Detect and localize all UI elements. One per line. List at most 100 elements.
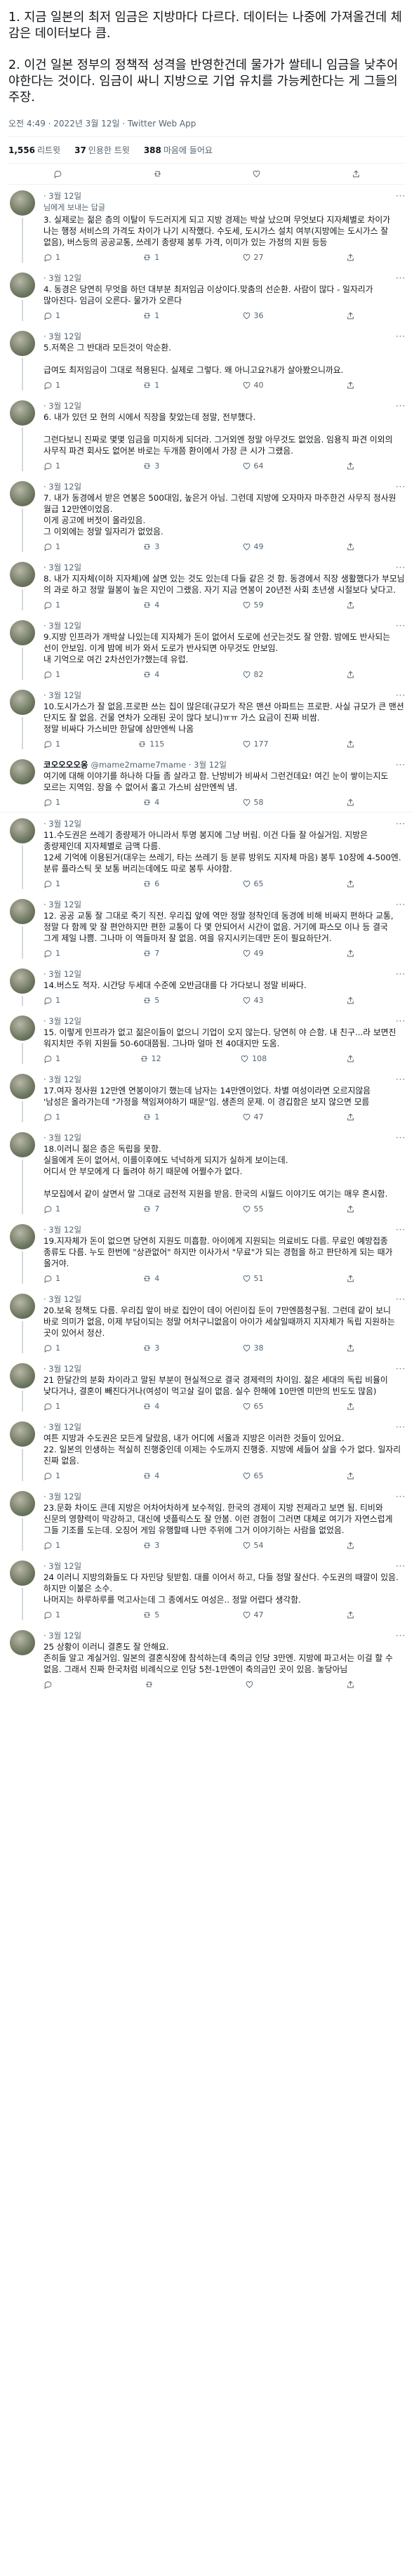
share-button[interactable] (346, 311, 355, 320)
like-button[interactable]: 82 (242, 670, 264, 679)
reply-tweet[interactable]: · 3월 12일 ··· 5.저쪽은 그 반대라 모든것이 악순환. 급여도 최… (0, 325, 414, 395)
retweet-button[interactable]: 115 (138, 740, 164, 749)
like-button[interactable]: 49 (242, 542, 264, 551)
more-options-icon[interactable]: ··· (396, 760, 406, 770)
retweet-button[interactable]: 3 (142, 461, 159, 471)
reply-tweet[interactable]: · 3월 12일 ··· 4. 동경은 당연히 무엇을 하던 대부분 최저임금 … (0, 267, 414, 325)
share-button[interactable] (346, 949, 355, 958)
more-options-icon[interactable]: ··· (396, 819, 406, 829)
avatar[interactable] (10, 1074, 35, 1099)
reply-button[interactable]: 1 (44, 879, 60, 888)
reply-tweet[interactable]: · 3월 12일 ··· 9.지방 인프라가 개박살 나있는데 지자체가 돈이 … (0, 615, 414, 684)
avatar[interactable] (10, 1421, 35, 1447)
retweet-button[interactable]: 3 (142, 542, 159, 551)
avatar[interactable] (10, 620, 35, 645)
more-options-icon[interactable]: ··· (396, 273, 406, 283)
reply-button[interactable] (44, 1680, 55, 1689)
reply-button[interactable]: 1 (44, 461, 60, 471)
like-button[interactable] (245, 1680, 257, 1689)
avatar[interactable] (10, 1224, 35, 1249)
retweet-button[interactable]: 3 (142, 1541, 159, 1550)
reply-tweet[interactable]: · 3월 12일 ··· 19.지자체가 돈이 없으면 당연히 지원도 미흡함.… (0, 1218, 414, 1288)
reply-tweet[interactable]: 코오오오오옹 @mame2mame7mame · 3월 12일 ··· 여기에 … (0, 754, 414, 813)
reply-tweet[interactable]: · 3월 12일 ··· 17.여자 정사원 12만엔 연봉이야기 했는데 남자… (0, 1068, 414, 1126)
share-button[interactable] (346, 461, 355, 471)
like-button[interactable]: 27 (242, 253, 264, 262)
like-button[interactable]: 43 (242, 996, 264, 1005)
like-count[interactable]: 388 마음에 들어요 (144, 144, 213, 156)
avatar[interactable] (10, 331, 35, 356)
reply-button[interactable]: 1 (44, 949, 60, 958)
avatar[interactable] (10, 1363, 35, 1388)
like-button[interactable]: 177 (242, 740, 269, 749)
share-button[interactable] (346, 996, 355, 1005)
share-icon[interactable] (352, 169, 361, 178)
like-button[interactable]: 47 (242, 1112, 264, 1122)
reply-button[interactable]: 1 (44, 1541, 60, 1550)
like-button[interactable]: 38 (242, 1343, 264, 1353)
avatar[interactable] (10, 562, 35, 587)
reply-button[interactable]: 1 (44, 311, 60, 320)
avatar[interactable] (10, 690, 35, 715)
like-button[interactable]: 40 (242, 381, 264, 390)
reply-tweet[interactable]: · 3월 12일 ··· 6. 내가 있던 모 현의 시에서 직장을 찾았는데 … (0, 395, 414, 475)
avatar[interactable] (10, 272, 35, 298)
retweet-button[interactable]: 1 (142, 1112, 159, 1122)
retweet-button[interactable]: 5 (142, 1610, 159, 1619)
avatar[interactable] (10, 190, 35, 216)
like-button[interactable]: 47 (242, 1610, 264, 1619)
reply-button[interactable]: 1 (44, 381, 60, 390)
share-button[interactable] (346, 1402, 355, 1411)
reply-button[interactable]: 1 (44, 600, 60, 610)
reply-button[interactable]: 1 (44, 1402, 60, 1411)
share-button[interactable] (346, 1610, 355, 1619)
like-button[interactable]: 108 (240, 1054, 267, 1063)
like-button[interactable]: 65 (242, 1471, 264, 1480)
reply-tweet[interactable]: · 3월 12일 ··· 24 이러니 지방의화들도 다 자민당 뒷받힘. 대를… (0, 1555, 414, 1624)
avatar[interactable] (10, 481, 35, 506)
more-options-icon[interactable]: ··· (396, 1225, 406, 1235)
like-button[interactable]: 49 (242, 949, 264, 958)
share-button[interactable] (346, 1471, 355, 1480)
share-button[interactable] (346, 879, 355, 888)
retweet-button[interactable]: 7 (142, 1204, 159, 1214)
reply-icon[interactable] (53, 169, 62, 178)
like-button[interactable]: 51 (242, 1274, 264, 1283)
share-button[interactable] (346, 1541, 355, 1550)
reply-button[interactable]: 1 (44, 1204, 60, 1214)
reply-button[interactable]: 1 (44, 670, 60, 679)
retweet-button[interactable]: 4 (142, 798, 159, 807)
avatar[interactable] (10, 899, 35, 924)
retweet-button[interactable]: 1 (142, 381, 159, 390)
share-button[interactable] (346, 740, 355, 749)
retweet-button[interactable]: 5 (142, 996, 159, 1005)
retweet-button[interactable]: 4 (142, 1274, 159, 1283)
more-options-icon[interactable]: ··· (396, 969, 406, 979)
more-options-icon[interactable]: ··· (396, 401, 406, 411)
retweet-button[interactable]: 1 (142, 311, 159, 320)
like-button[interactable]: 64 (242, 461, 264, 471)
more-options-icon[interactable]: ··· (396, 621, 406, 631)
more-options-icon[interactable]: ··· (396, 1364, 406, 1374)
more-options-icon[interactable]: ··· (396, 1075, 406, 1084)
more-options-icon[interactable]: ··· (396, 563, 406, 572)
quote-count[interactable]: 37 인용한 트윗 (74, 144, 130, 156)
share-button[interactable] (346, 670, 355, 679)
retweet-button[interactable]: 4 (142, 670, 159, 679)
reply-tweet[interactable]: · 3월 12일 ··· 여튼 지방과 수도권은 모든게 달랐음, 내가 어디에… (0, 1416, 414, 1485)
avatar[interactable] (10, 1294, 35, 1319)
more-options-icon[interactable]: ··· (396, 900, 406, 909)
avatar[interactable] (10, 968, 35, 994)
reply-button[interactable]: 1 (44, 740, 60, 749)
author-name[interactable]: 코오오오오옹 (44, 759, 88, 770)
reply-tweet[interactable]: · 3월 12일 ··· 20.보육 정책도 다름. 우리집 앞이 바로 집안이… (0, 1288, 414, 1358)
like-button[interactable]: 59 (242, 600, 264, 610)
reply-tweet[interactable]: · 3월 12일 ··· 10.도시가스가 잘 없음.프로판 쓰는 집이 많은데… (0, 684, 414, 754)
like-button[interactable]: 65 (242, 1402, 264, 1411)
retweet-button[interactable]: 4 (142, 1402, 159, 1411)
reply-tweet[interactable]: · 3월 12일 ··· 님에게 보내는 답글 3. 실제로는 젊은 층의 이탈… (0, 185, 414, 267)
retweet-button[interactable]: 4 (142, 600, 159, 610)
more-options-icon[interactable]: ··· (396, 1294, 406, 1304)
reply-button[interactable]: 1 (44, 542, 60, 551)
reply-tweet[interactable]: · 3월 12일 ··· 8. 내가 지자체(이하 지자체)에 살면 있는 것도… (0, 556, 414, 615)
